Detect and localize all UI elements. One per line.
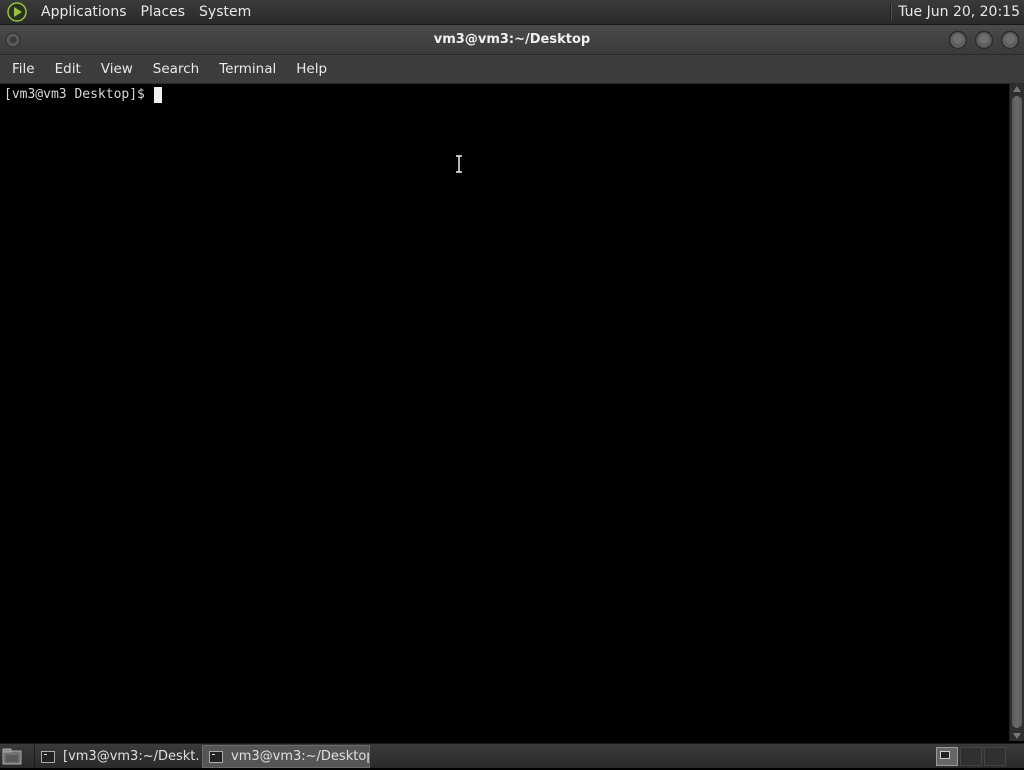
taskbar-item-terminal-1[interactable]: [vm3@vm3:~/Deskt...	[34, 745, 200, 768]
panel-clock[interactable]: Tue Jun 20, 20:15	[898, 4, 1024, 20]
workspace-2[interactable]	[960, 747, 982, 766]
show-desktop-icon[interactable]	[2, 747, 22, 766]
workspace-1[interactable]	[936, 747, 958, 766]
taskbar-item-terminal-2[interactable]: vm3@vm3:~/Desktop	[202, 745, 370, 768]
menu-file[interactable]: File	[2, 55, 45, 84]
text-cursor	[153, 87, 162, 103]
terminal-icon	[41, 750, 55, 763]
taskbar-item-label: vm3@vm3:~/Desktop	[231, 749, 370, 764]
bottom-panel: [vm3@vm3:~/Deskt... vm3@vm3:~/Desktop	[0, 743, 1024, 768]
terminal-screen[interactable]: [vm3@vm3 Desktop]$	[0, 84, 1009, 741]
terminal-icon	[209, 750, 223, 763]
window-title: vm3@vm3:~/Desktop	[433, 32, 591, 47]
shell-prompt: [vm3@vm3 Desktop]$	[4, 87, 145, 102]
window-title-bar[interactable]: vm3@vm3:~/Desktop	[0, 25, 1024, 55]
menu-help[interactable]: Help	[286, 55, 337, 84]
panel-menu-applications[interactable]: Applications	[34, 0, 134, 25]
mouse-ibeam-cursor-icon	[455, 155, 463, 173]
applications-logo-icon[interactable]	[6, 1, 28, 23]
maximize-icon[interactable]	[974, 30, 994, 50]
panel-menu-places[interactable]: Places	[134, 0, 193, 25]
top-panel: Applications Places System Tue Jun 20, 2…	[0, 0, 1024, 25]
scroll-down-arrow-icon[interactable]	[1013, 733, 1021, 739]
panel-separator	[890, 4, 893, 20]
menu-view[interactable]: View	[91, 55, 143, 84]
panel-menu-system[interactable]: System	[192, 0, 258, 25]
scroll-up-arrow-icon[interactable]	[1013, 86, 1021, 92]
menu-edit[interactable]: Edit	[45, 55, 91, 84]
workspace-3[interactable]	[984, 747, 1006, 766]
scrollbar-thumb[interactable]	[1012, 96, 1022, 728]
menu-search[interactable]: Search	[143, 55, 209, 84]
taskbar-item-label: [vm3@vm3:~/Deskt...	[63, 749, 200, 764]
terminal-scrollbar[interactable]	[1009, 84, 1024, 741]
terminal-menu-bar: File Edit View Search Terminal Help	[0, 55, 1024, 84]
minimize-icon[interactable]	[948, 30, 968, 50]
menu-terminal[interactable]: Terminal	[209, 55, 286, 84]
prompt-line: [vm3@vm3 Desktop]$	[4, 87, 162, 103]
close-icon[interactable]	[1000, 30, 1020, 50]
